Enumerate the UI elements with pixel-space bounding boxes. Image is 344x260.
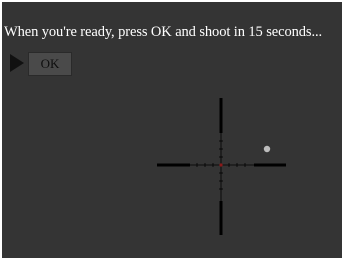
- target-dot: [263, 145, 271, 153]
- game-canvas[interactable]: When you're ready, press OK and shoot in…: [2, 2, 342, 258]
- crosshair-reticle-icon: [157, 98, 286, 235]
- reticle-center-dot: [219, 163, 223, 167]
